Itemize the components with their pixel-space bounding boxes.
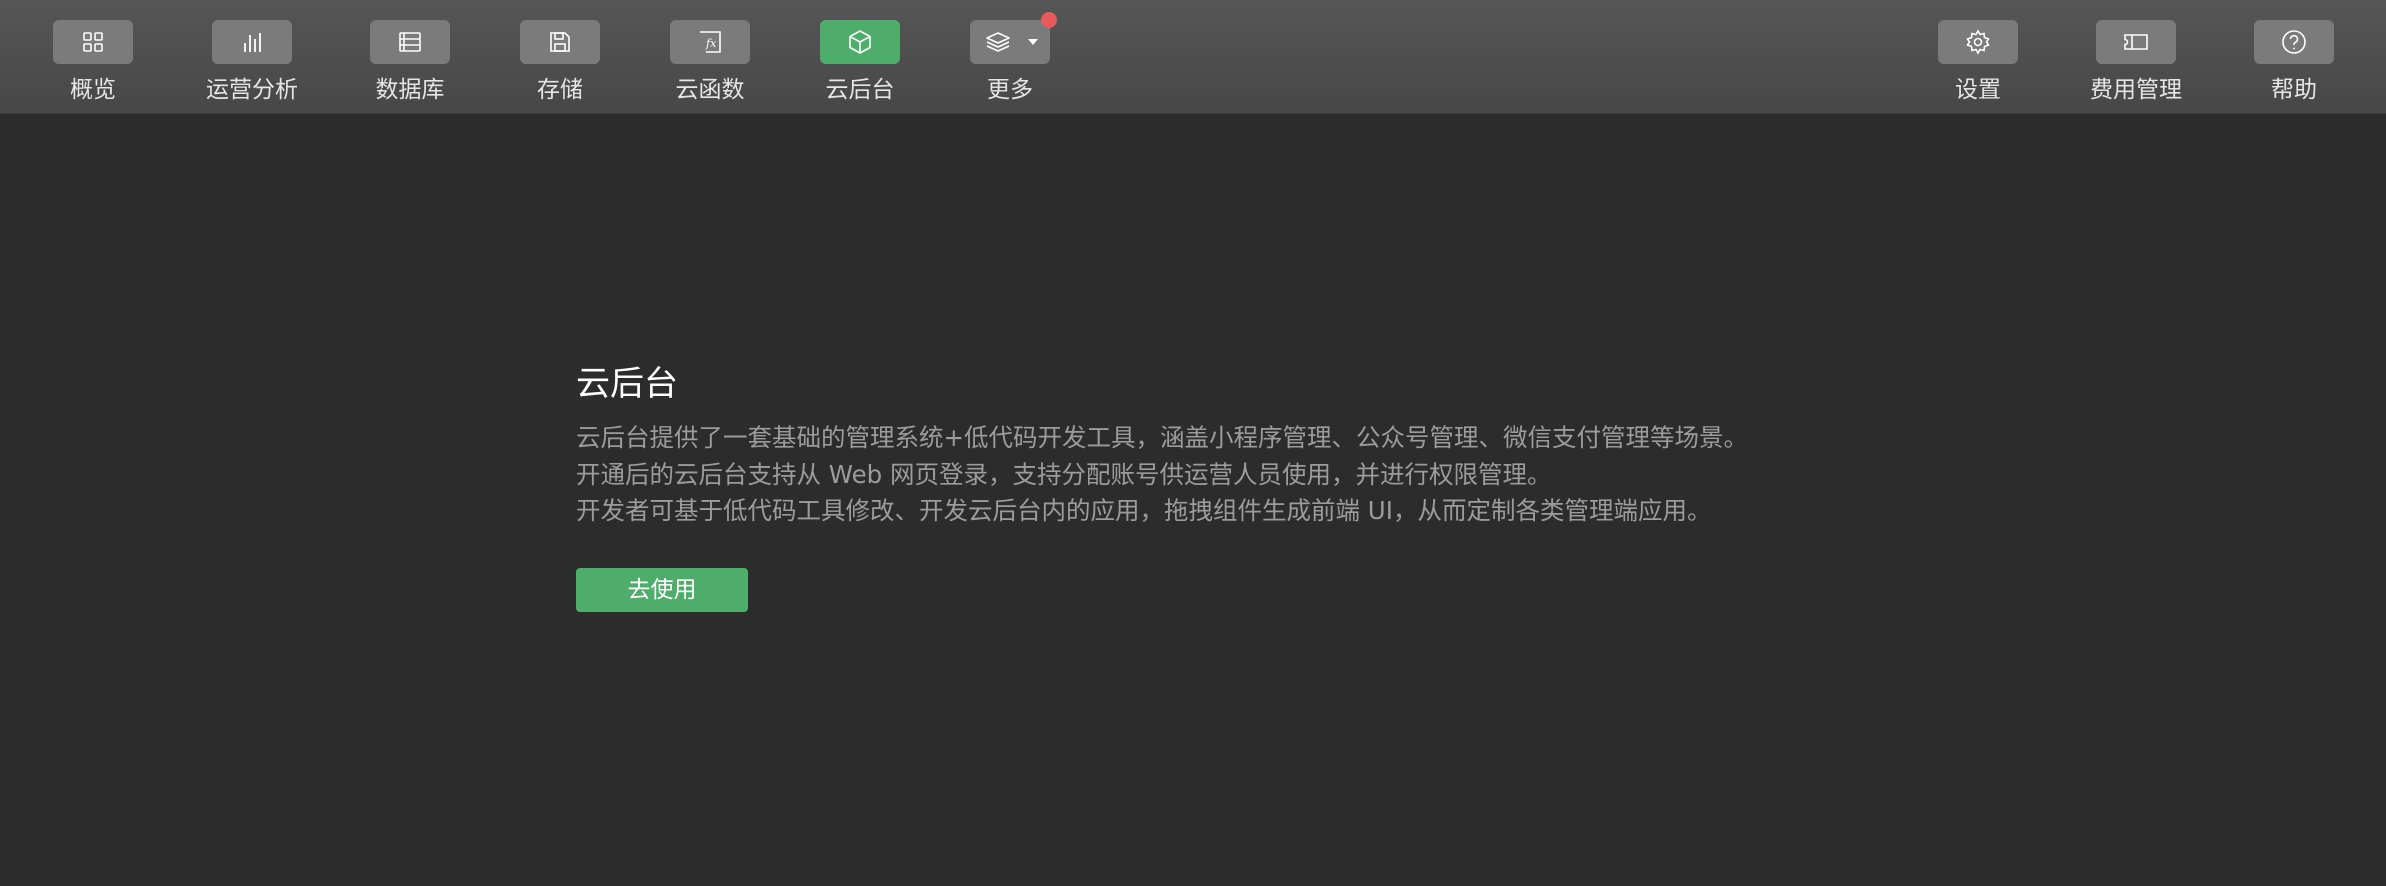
toolbar-item-overview[interactable]: 概览 (18, 0, 168, 113)
toolbar-label-analytics: 运营分析 (206, 77, 298, 103)
toolbar-label-settings: 设置 (1955, 77, 2001, 103)
toolbar-label-database: 数据库 (375, 77, 445, 103)
description-line: 开发者可基于低代码工具修改、开发云后台内的应用，拖拽组件生成前端 UI，从而定制… (576, 496, 1712, 525)
toolbar-label-help: 帮助 (2271, 77, 2317, 103)
svg-text:fx: fx (705, 37, 717, 50)
toolbar-label-storage: 存储 (537, 77, 583, 103)
toolbar-button-cloud-backend[interactable] (820, 20, 900, 64)
gear-icon (1966, 29, 1990, 55)
toolbar-label-more: 更多 (987, 77, 1033, 103)
toolbar-item-settings[interactable]: 设置 (1903, 0, 2053, 113)
description-line: 云后台提供了一套基础的管理系统+低代码开发工具，涵盖小程序管理、公众号管理、微信… (576, 423, 1749, 452)
toolbar-label-cloud-functions: 云函数 (675, 77, 745, 103)
grid-icon (83, 32, 103, 52)
toolbar-item-analytics[interactable]: 运营分析 (177, 0, 327, 113)
toolbar-item-cloud-backend[interactable]: 云后台 (785, 0, 935, 113)
toolbar-button-overview[interactable] (53, 20, 133, 64)
notification-badge (1041, 12, 1057, 28)
toolbar-item-help[interactable]: 帮助 (2219, 0, 2369, 113)
toolbar-button-analytics[interactable] (212, 20, 292, 64)
toolbar-item-database[interactable]: 数据库 (335, 0, 485, 113)
toolbar-item-cloud-functions[interactable]: fx 云函数 (635, 0, 785, 113)
bar-chart-icon (244, 33, 261, 52)
go-use-button[interactable]: 去使用 (576, 568, 748, 612)
function-icon: fx (700, 31, 721, 53)
database-icon (399, 32, 421, 52)
toolbar-label-cloud-backend: 云后台 (825, 77, 895, 103)
toolbar-item-storage[interactable]: 存储 (485, 0, 635, 113)
toolbar-button-billing[interactable] (2096, 20, 2176, 64)
cube-icon (849, 30, 871, 54)
ticket-icon (2124, 34, 2148, 50)
description-line: 开通后的云后台支持从 Web 网页登录，支持分配账号供运营人员使用，并进行权限管… (576, 459, 1552, 489)
toolbar-label-billing: 费用管理 (2090, 77, 2182, 103)
layers-icon (986, 32, 1010, 52)
toolbar-label-overview: 概览 (70, 77, 116, 103)
feature-intro: 云后台 云后台提供了一套基础的管理系统+低代码开发工具，涵盖小程序管理、公众号管… (576, 360, 1876, 530)
toolbar-item-billing[interactable]: 费用管理 (2061, 0, 2211, 113)
toolbar-button-settings[interactable] (1938, 20, 2018, 64)
toolbar-button-more[interactable] (970, 20, 1050, 64)
page-title: 云后台 (576, 364, 678, 404)
toolbar-item-more[interactable]: 更多 (935, 0, 1085, 113)
chevron-down-icon (1028, 39, 1038, 45)
toolbar-button-help[interactable] (2254, 20, 2334, 64)
top-toolbar: 概览 运营分析 数据库 存储 fx 云函数 云后台 更多 设置 费用管理 帮助 (0, 0, 2386, 114)
toolbar-button-storage[interactable] (520, 20, 600, 64)
toolbar-button-cloud-functions[interactable]: fx (670, 20, 750, 64)
save-icon (550, 32, 570, 52)
toolbar-button-database[interactable] (370, 20, 450, 64)
help-icon (2282, 30, 2306, 54)
feature-description: 云后台提供了一套基础的管理系统+低代码开发工具，涵盖小程序管理、公众号管理、微信… (576, 420, 1876, 530)
